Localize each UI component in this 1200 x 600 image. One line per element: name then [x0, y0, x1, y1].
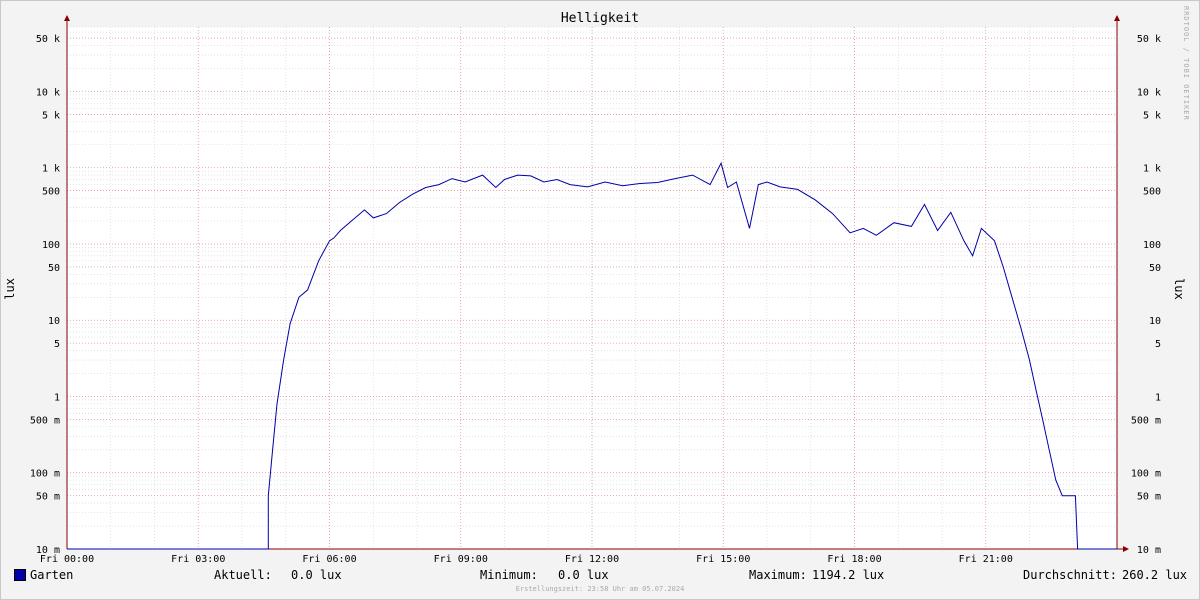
y-tick-label-right: 500 — [1143, 187, 1161, 198]
legend-avg-value: 260.2 lux — [1122, 568, 1188, 582]
y-tick-label-left: 500 — [42, 187, 60, 198]
legend-current-label: Aktuell: — [214, 568, 272, 582]
y-tick-label-right: 1 k — [1143, 164, 1161, 175]
y-tick-label-right: 50 — [1149, 263, 1161, 274]
x-tick-label: Fri 00:00 — [40, 554, 94, 565]
x-tick-label: Fri 21:00 — [959, 554, 1013, 565]
y-tick-label-left: 1 k — [42, 164, 60, 175]
x-tick-label: Fri 18:00 — [827, 554, 881, 565]
legend-swatch — [14, 569, 26, 581]
x-tick-label: Fri 12:00 — [565, 554, 619, 565]
y-tick-label-right: 10 m — [1137, 545, 1161, 556]
y-tick-label-right: 100 m — [1131, 469, 1161, 480]
y-tick-label-left: 100 m — [30, 469, 60, 480]
y-tick-label-right: 100 — [1143, 240, 1161, 251]
x-tick-label: Fri 15:00 — [696, 554, 750, 565]
y-tick-label-right: 10 k — [1137, 87, 1161, 98]
y-axis-arrow-right — [1114, 15, 1120, 21]
legend-min-value: 0.0 lux — [558, 568, 609, 582]
chart-plot: 50 k 50 k 10 k 10 k 5 k 5 k 1 k 1 k 500 500 100 100… — [30, 15, 1161, 565]
y-axis-arrow-left — [64, 15, 70, 21]
y-tick-label-right: 10 — [1149, 316, 1161, 327]
x-tick-label: Fri 06:00 — [302, 554, 356, 565]
y-tick-label-left: 1 — [54, 392, 60, 403]
y-tick-label-left: 10 — [48, 316, 60, 327]
y-tick-label-right: 5 — [1155, 339, 1161, 350]
y-tick-label-right: 500 m — [1131, 415, 1161, 426]
y-tick-label-left: 50 — [48, 263, 60, 274]
y-tick-label-left: 50 m — [36, 492, 60, 503]
y-tick-label-left: 10 k — [36, 87, 60, 98]
y-tick-label-left: 5 k — [42, 110, 60, 121]
legend-current-value: 0.0 lux — [291, 568, 342, 582]
y-tick-label-right: 5 k — [1143, 110, 1161, 121]
x-axis-arrow — [1123, 546, 1129, 552]
legend-series-name: Garten — [30, 568, 74, 582]
y-tick-label-right: 50 k — [1137, 34, 1161, 45]
y-tick-label-left: 50 k — [36, 34, 60, 45]
legend-max-label: Maximum: — [749, 568, 807, 582]
y-tick-label-left: 500 m — [30, 415, 60, 426]
x-tick-label: Fri 03:00 — [171, 554, 225, 565]
y-tick-label-right: 50 m — [1137, 492, 1161, 503]
x-tick-label: Fri 09:00 — [434, 554, 488, 565]
legend-min-label: Minimum: — [480, 568, 538, 582]
legend-max-value: 1194.2 lux — [812, 568, 885, 582]
y-tick-label-left: 100 — [42, 240, 60, 251]
y-tick-label-left: 5 — [54, 339, 60, 350]
footer-timestamp: Erstellungszeit: 23:58 Uhr am 05.07.2024 — [515, 585, 685, 593]
legend-avg-label: Durchschnitt: — [1023, 568, 1117, 582]
y-tick-label-right: 1 — [1155, 392, 1161, 403]
